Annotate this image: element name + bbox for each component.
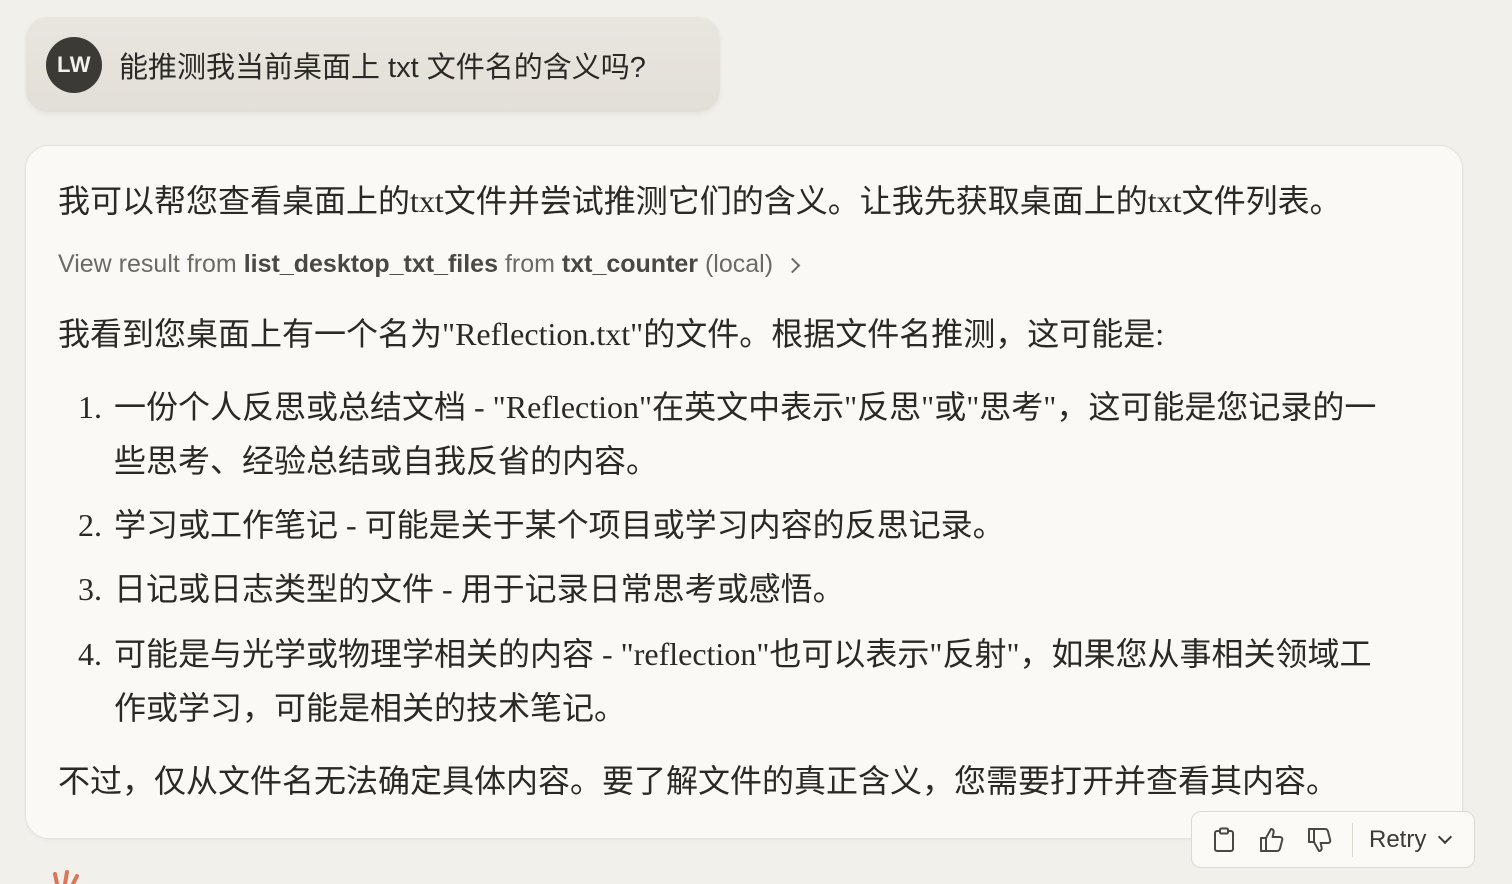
tool-result-prefix: View result from xyxy=(58,250,237,278)
clipboard-icon xyxy=(1214,827,1234,852)
assistant-closing-text: 不过，仅从文件名无法确定具体内容。要了解文件的真正含义，您需要打开并查看其内容。 xyxy=(58,763,1339,799)
tool-name: list_desktop_txt_files xyxy=(243,250,498,278)
like-button[interactable] xyxy=(1256,824,1288,856)
list-item: 2. 学习或工作笔记 - 可能是关于某个项目或学习内容的反思记录。 xyxy=(58,498,1398,552)
retry-label: Retry xyxy=(1369,825,1427,853)
list-item-text: 日记或日志类型的文件 - 用于记录日常思考或感悟。 xyxy=(114,571,845,607)
thumbs-down-icon xyxy=(1308,827,1332,852)
thumbs-up-icon xyxy=(1260,827,1284,852)
assistant-intro-text: 我可以帮您查看桌面上的txt文件并尝试推测它们的含义。让我先获取桌面上的txt文… xyxy=(58,183,1342,219)
list-item: 3. 日记或日志类型的文件 - 用于记录日常思考或感悟。 xyxy=(58,562,1398,616)
user-message-text: 能推测我当前桌面上 txt 文件名的含义吗? xyxy=(119,51,646,84)
dislike-button[interactable] xyxy=(1304,824,1336,856)
chevron-right-icon xyxy=(784,257,801,274)
tool-result-middle: from xyxy=(504,250,555,278)
action-divider xyxy=(1352,822,1353,857)
assistant-message: 我可以帮您查看桌面上的txt文件并尝试推测它们的含义。让我先获取桌面上的txt文… xyxy=(25,145,1463,839)
list-item: 4. 可能是与光学或物理学相关的内容 - "reflection"也可以表示"反… xyxy=(58,627,1398,735)
copy-button[interactable] xyxy=(1208,824,1240,856)
list-item: 1. 一份个人反思或总结文档 - "Reflection"在英文中表示"反思"或… xyxy=(58,380,1398,488)
list-item-number: 3. xyxy=(78,571,102,607)
tool-result-toggle[interactable]: View result from list_desktop_txt_files … xyxy=(58,250,801,279)
list-item-text: 一份个人反思或总结文档 - "Reflection"在英文中表示"反思"或"思考… xyxy=(114,389,1377,479)
user-message: LW 能推测我当前桌面上 txt 文件名的含义吗? xyxy=(26,17,720,112)
assistant-paragraph: 我看到您桌面上有一个名为"Reflection.txt"的文件。根据文件名推测，… xyxy=(58,316,1165,352)
tool-result-suffix: (local) xyxy=(704,250,774,278)
message-actions: Retry xyxy=(1191,811,1475,868)
list-item-text: 可能是与光学或物理学相关的内容 - "reflection"也可以表示"反射"，… xyxy=(114,636,1372,726)
avatar[interactable]: LW xyxy=(46,36,102,93)
retry-button[interactable]: Retry xyxy=(1369,825,1453,854)
list-item-text: 学习或工作笔记 - 可能是关于某个项目或学习内容的反思记录。 xyxy=(114,507,1005,543)
list-item-number: 1. xyxy=(78,389,102,425)
list-item-number: 4. xyxy=(78,636,102,672)
chevron-down-icon xyxy=(1438,829,1453,844)
server-name: txt_counter xyxy=(561,250,699,278)
list-item-number: 2. xyxy=(78,507,102,543)
